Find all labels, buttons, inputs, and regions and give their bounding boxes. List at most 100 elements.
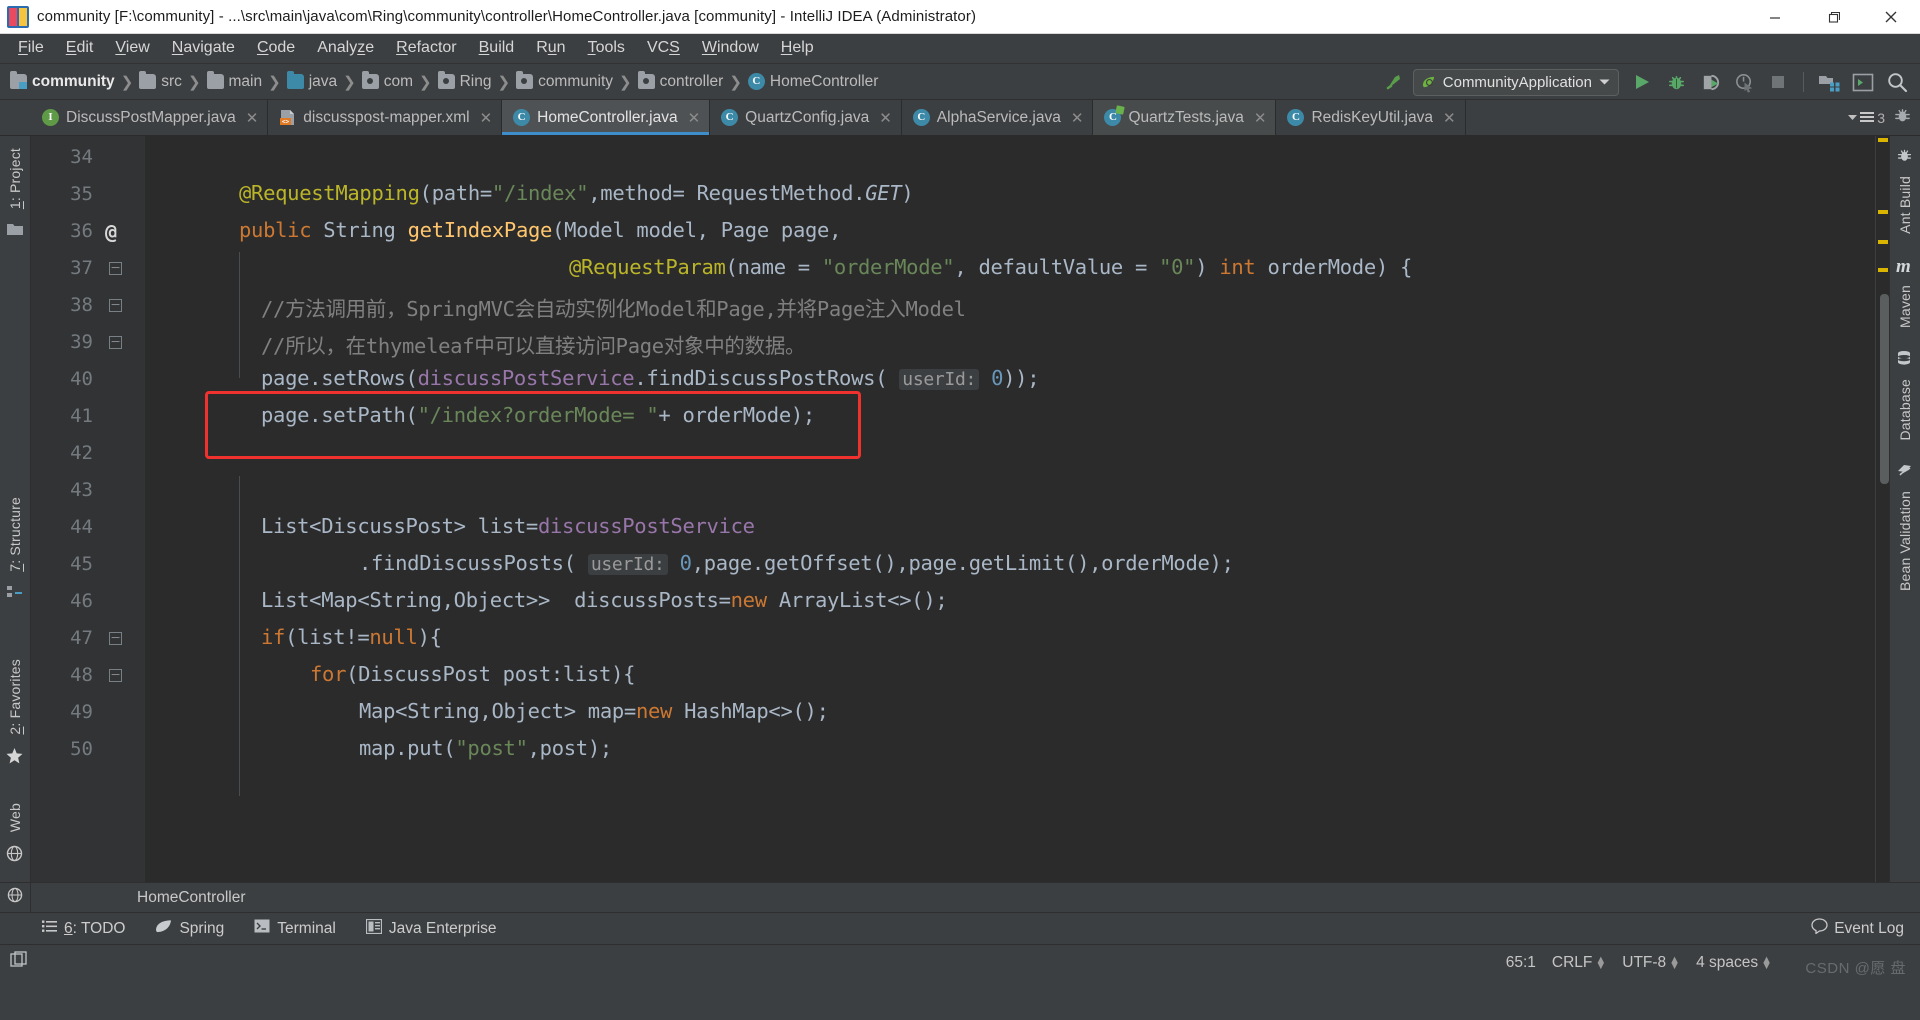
breadcrumb-item-com[interactable]: com <box>361 71 413 91</box>
fold-marker-icon[interactable]: ─ <box>109 299 122 312</box>
warning-stripe[interactable] <box>1878 240 1888 244</box>
code-line-47[interactable]: if(list!=null){ <box>261 625 442 649</box>
editor-tab-rediskeyutil[interactable]: C RedisKeyUtil.java ✕ <box>1276 100 1466 135</box>
editor-tab-alphaservice[interactable]: C AlphaService.java ✕ <box>902 100 1094 135</box>
tool-window-spring[interactable]: Spring <box>155 919 224 939</box>
close-button[interactable] <box>1862 0 1920 34</box>
warning-stripe[interactable] <box>1878 210 1888 214</box>
code-line-49[interactable]: Map<String,Object> map=new HashMap<>(); <box>359 699 829 723</box>
menu-help[interactable]: Help <box>770 36 825 61</box>
menu-file[interactable]: File <box>7 36 55 61</box>
minimize-button[interactable] <box>1746 0 1804 34</box>
menu-analyze[interactable]: Analyze <box>306 36 385 61</box>
sidebar-item-ant-build[interactable]: Ant Build <box>1897 170 1913 240</box>
breadcrumb-item-src[interactable]: src <box>139 71 182 91</box>
indent-selector[interactable]: 4 spaces ▲ ▼ <box>1696 954 1772 972</box>
menu-build[interactable]: Build <box>468 36 526 61</box>
menu-tools[interactable]: Tools <box>577 36 636 61</box>
web-globe-icon[interactable] <box>7 887 23 908</box>
run-button[interactable] <box>1627 68 1657 96</box>
sidebar-item-project[interactable]: 1: Project <box>7 142 23 215</box>
hide-tool-windows-icon[interactable] <box>10 951 28 974</box>
ant-build-icon[interactable] <box>1893 106 1912 130</box>
menu-view[interactable]: View <box>104 36 160 61</box>
line-separator-selector[interactable]: CRLF ▲ ▼ <box>1552 954 1606 972</box>
code-line-46[interactable]: List<Map<String,Object>> discussPosts=ne… <box>261 588 948 612</box>
terminal-window-button[interactable] <box>1848 68 1878 96</box>
menu-edit[interactable]: Edit <box>55 36 105 61</box>
code-line-44[interactable]: List<DiscussPost> list=discussPostServic… <box>261 514 755 538</box>
code-line-45[interactable]: .findDiscussPosts( userId: 0,page.getOff… <box>359 551 1234 575</box>
close-icon[interactable]: ✕ <box>879 109 892 127</box>
database-cylinder-icon[interactable] <box>1896 350 1914 366</box>
close-icon[interactable]: ✕ <box>688 109 701 127</box>
code-line-39[interactable]: //所以，在thymeleaf中可以直接访问Page对象中的数据。 <box>261 329 806 359</box>
debug-button[interactable] <box>1661 68 1691 96</box>
ant-icon[interactable] <box>1896 147 1914 163</box>
editor-tab-quartztests[interactable]: C QuartzTests.java ✕ <box>1093 100 1277 135</box>
sidebar-item-structure[interactable]: 7: Structure <box>7 491 23 578</box>
breadcrumb-item-ring[interactable]: Ring <box>437 71 491 91</box>
breadcrumb-item-homecontroller[interactable]: C HomeController <box>747 73 878 91</box>
stop-button[interactable] <box>1763 68 1793 96</box>
caret-position[interactable]: 65:1 <box>1506 954 1536 972</box>
close-icon[interactable]: ✕ <box>1254 109 1267 127</box>
close-icon[interactable]: ✕ <box>1443 109 1456 127</box>
code-editor[interactable]: @RequestMapping(path="/index",method= Re… <box>145 136 1875 882</box>
override-at-icon[interactable]: @ <box>105 220 117 244</box>
menu-navigate[interactable]: Navigate <box>161 36 246 61</box>
encoding-selector[interactable]: UTF-8 ▲ ▼ <box>1622 954 1680 972</box>
breadcrumb-item-java[interactable]: java <box>286 71 337 91</box>
breadcrumb-item-community-package[interactable]: community <box>516 71 613 91</box>
code-line-36[interactable]: public String getIndexPage(Model model, … <box>239 218 841 242</box>
structure-tool-icon[interactable] <box>6 584 24 600</box>
code-line-48[interactable]: for(DiscussPost post:list){ <box>310 662 635 686</box>
editor-tab-discusspost-mapper-xml[interactable]: <> discusspost-mapper.xml ✕ <box>268 100 503 135</box>
sidebar-item-favorites[interactable]: 2: Favorites <box>7 653 23 741</box>
tool-window-todo[interactable]: 6: TODO <box>42 920 125 938</box>
profile-button[interactable] <box>1729 68 1759 96</box>
run-configuration-selector[interactable]: CommunityApplication <box>1412 68 1619 96</box>
sidebar-item-web[interactable]: Web <box>7 797 23 838</box>
maximize-button[interactable] <box>1804 0 1862 34</box>
run-with-coverage-button[interactable] <box>1695 68 1725 96</box>
code-line-50[interactable]: map.put("post",post); <box>359 736 612 760</box>
tool-window-java-enterprise[interactable]: Java Enterprise <box>365 918 497 939</box>
sidebar-item-maven[interactable]: Maven <box>1897 279 1913 334</box>
fold-marker-icon[interactable]: ─ <box>109 336 122 349</box>
menu-run[interactable]: Run <box>525 36 576 61</box>
menu-refactor[interactable]: Refactor <box>385 36 467 61</box>
editor-breadcrumb-label[interactable]: HomeController <box>31 889 246 907</box>
build-project-button[interactable] <box>1379 68 1409 96</box>
warning-stripe[interactable] <box>1878 268 1888 272</box>
menu-code[interactable]: Code <box>246 36 306 61</box>
search-everywhere-button[interactable] <box>1882 68 1912 96</box>
close-icon[interactable]: ✕ <box>1071 109 1084 127</box>
code-line-41[interactable]: page.setPath("/index?orderMode= "+ order… <box>261 403 815 427</box>
event-log-button[interactable]: Event Log <box>1811 918 1920 939</box>
editor-tab-homecontroller[interactable]: C HomeController.java ✕ <box>502 100 711 135</box>
close-icon[interactable]: ✕ <box>246 109 259 127</box>
vertical-scrollbar-thumb[interactable] <box>1880 294 1889 484</box>
breadcrumb-item-main[interactable]: main <box>206 71 262 91</box>
code-line-40[interactable]: page.setRows(discussPostService.findDisc… <box>261 366 1040 390</box>
sidebar-item-bean-validation[interactable]: Bean Validation <box>1897 485 1913 597</box>
menu-vcs[interactable]: VCS <box>636 36 691 61</box>
fold-marker-icon[interactable]: ─ <box>109 632 122 645</box>
bean-validation-icon[interactable] <box>1896 462 1914 478</box>
editor-marker-bar[interactable] <box>1875 136 1889 882</box>
editor-tab-discusspostmapper[interactable]: I DiscussPostMapper.java ✕ <box>31 100 269 135</box>
editor-gutter[interactable]: 34 35 36 @ 37 ─ 38 ─ 39 ─ 40 41 42 43 44… <box>31 136 145 882</box>
tool-window-terminal[interactable]: Terminal <box>254 919 336 938</box>
project-tool-icon[interactable] <box>6 222 24 238</box>
editor-tab-quartzconfig[interactable]: C QuartzConfig.java ✕ <box>710 100 902 135</box>
fold-marker-icon[interactable]: ─ <box>109 669 122 682</box>
code-line-37[interactable]: @RequestParam(name = "orderMode", defaul… <box>569 255 1412 279</box>
close-icon[interactable]: ✕ <box>480 109 493 127</box>
code-line-38[interactable]: //方法调用前，SpringMVC会自动实例化Model和Page,并将Page… <box>261 292 966 322</box>
menu-window[interactable]: Window <box>691 36 770 61</box>
maven-m-icon[interactable]: m <box>1896 256 1914 277</box>
web-globe-icon[interactable] <box>6 845 24 862</box>
breadcrumb-item-controller[interactable]: controller <box>637 71 723 91</box>
fold-marker-icon[interactable]: ─ <box>109 262 122 275</box>
